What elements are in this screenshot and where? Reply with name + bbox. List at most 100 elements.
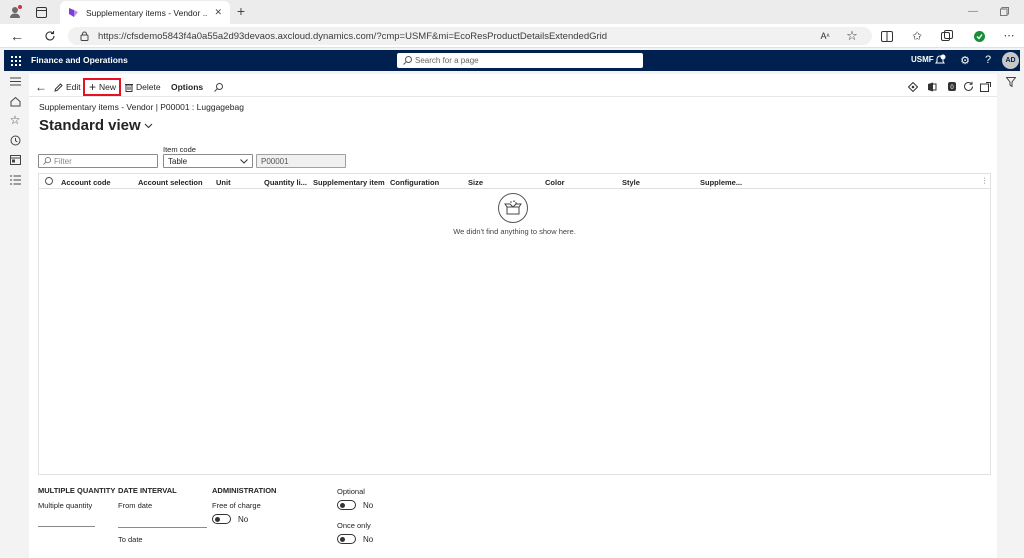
column-header[interactable]: Style — [622, 178, 640, 187]
column-header[interactable]: Account selection — [138, 178, 203, 187]
minimize-icon[interactable]: — — [966, 4, 980, 18]
from-date-input[interactable] — [118, 527, 207, 528]
page-title: Standard view — [39, 117, 141, 134]
column-header[interactable]: Suppleme... — [700, 178, 742, 187]
delete-button[interactable]: Delete — [125, 80, 161, 94]
multiple-quantity-input[interactable] — [38, 526, 95, 527]
column-header[interactable]: Supplementary item — [313, 178, 385, 187]
grid-filter-input[interactable]: Filter — [38, 154, 158, 168]
once-only-label: Once only — [337, 521, 371, 530]
select-all-checkbox[interactable] — [45, 177, 53, 185]
options-tab[interactable]: Options — [171, 80, 203, 94]
favorite-star-icon[interactable]: ☆ — [845, 28, 859, 43]
company-picker[interactable]: USMF — [911, 55, 934, 64]
new-button[interactable]: + New — [89, 80, 116, 94]
office-icon[interactable] — [926, 81, 937, 92]
edit-button[interactable]: Edit — [54, 80, 81, 94]
column-header[interactable]: Unit — [216, 178, 231, 187]
notifications-icon[interactable] — [934, 54, 946, 66]
back-icon[interactable]: ← — [10, 28, 24, 44]
user-initials: AD — [1005, 57, 1016, 64]
app-name[interactable]: Finance and Operations — [31, 55, 128, 65]
item-code-select[interactable]: Table — [163, 154, 253, 168]
toggle-switch[interactable] — [337, 534, 356, 544]
url-field[interactable]: https://cfsdemo5843f4a0a55a2d93devaos.ax… — [68, 27, 872, 45]
dynamics-logo-icon — [69, 8, 78, 17]
modules-list-icon[interactable] — [9, 174, 21, 186]
options-label: Options — [171, 82, 204, 92]
multiple-quantity-label: Multiple quantity — [38, 501, 93, 510]
administration-group: ADMINISTRATION Free of charge No — [212, 486, 276, 524]
column-header[interactable]: Size — [468, 178, 483, 187]
hamburger-menu-icon[interactable] — [9, 75, 21, 87]
item-code-label: Item code — [163, 145, 196, 154]
free-of-charge-label: Free of charge — [212, 501, 261, 510]
column-header[interactable]: Account code — [61, 178, 111, 187]
chevron-down-icon — [144, 123, 153, 128]
column-header[interactable]: Quantity li... — [264, 178, 307, 187]
optional-toggle[interactable]: No — [337, 500, 373, 510]
extension-icon[interactable] — [972, 29, 986, 43]
tab-title: Supplementary items - Vendor ... — [86, 7, 208, 18]
trash-icon — [125, 83, 133, 92]
close-tab-icon[interactable]: ✕ — [214, 7, 222, 18]
once-only-toggle[interactable]: No — [337, 534, 373, 544]
new-tab-icon[interactable]: + — [234, 3, 248, 19]
lock-icon — [80, 31, 89, 41]
read-aloud-icon[interactable]: Aʌ — [818, 30, 832, 42]
grid-header: Account code Account selection Unit Quan… — [39, 174, 990, 189]
split-screen-icon[interactable] — [880, 30, 893, 42]
collections-icon[interactable] — [940, 29, 954, 43]
page-search-input[interactable]: Search for a page — [397, 53, 643, 68]
chevron-down-icon — [240, 158, 248, 164]
app-top-nav: Finance and Operations Search for a page… — [4, 50, 1020, 71]
help-label: ? — [984, 54, 992, 66]
browser-tab[interactable]: Supplementary items - Vendor ... ✕ — [60, 1, 230, 24]
workspaces-icon[interactable] — [9, 154, 21, 166]
attachments-icon[interactable]: 0 — [946, 80, 958, 92]
item-number-text: P00001 — [261, 156, 289, 166]
browser-tabstrip: Supplementary items - Vendor ... ✕ + — — [0, 0, 1024, 24]
plus-icon: + — [89, 80, 97, 94]
toggle-switch[interactable] — [337, 500, 356, 510]
open-new-window-icon[interactable] — [979, 81, 991, 92]
empty-box-icon — [498, 193, 528, 223]
group-title: MULTIPLE QUANTITY — [38, 486, 116, 495]
recent-clock-icon[interactable] — [9, 134, 21, 146]
column-header[interactable]: Configuration — [390, 178, 439, 187]
favorites-icon[interactable]: ✩ — [910, 29, 924, 43]
main-content: ← Edit + New Delete Options 0 Supplement… — [29, 74, 997, 558]
filter-funnel-icon[interactable] — [1005, 76, 1016, 87]
restore-icon[interactable] — [998, 5, 1010, 17]
profile-icon[interactable] — [8, 5, 22, 19]
search-icon — [403, 56, 412, 65]
app-launcher-icon[interactable] — [10, 55, 21, 66]
more-options-icon[interactable]: ⋯ — [1004, 28, 1015, 42]
column-header[interactable]: Color — [545, 178, 565, 187]
column-options-icon[interactable]: ⋮ — [981, 176, 989, 185]
view-selector[interactable]: Standard view — [39, 117, 153, 134]
left-nav-rail: ☆ — [4, 71, 26, 558]
help-icon[interactable]: ? — [982, 53, 994, 67]
right-pane-rail — [1001, 71, 1020, 558]
tab-actions-icon[interactable] — [35, 6, 47, 18]
home-icon[interactable] — [9, 95, 21, 107]
back-button[interactable]: ← — [35, 80, 47, 94]
refresh-page-icon[interactable] — [962, 80, 974, 92]
pencil-icon — [54, 82, 63, 92]
item-number-field: P00001 — [256, 154, 346, 168]
user-avatar[interactable]: AD — [1002, 52, 1019, 69]
toggle-value: No — [363, 500, 374, 510]
from-date-label: From date — [118, 501, 153, 510]
empty-message: We didn't find anything to show here. — [453, 227, 576, 236]
power-apps-icon[interactable] — [907, 81, 918, 92]
settings-gear-icon[interactable]: ⚙ — [959, 54, 971, 67]
action-search-button[interactable] — [214, 80, 223, 94]
favorites-star-icon[interactable]: ☆ — [9, 113, 21, 127]
toggle-value: No — [238, 514, 249, 524]
toggle-switch[interactable] — [212, 514, 231, 524]
refresh-icon[interactable] — [43, 29, 57, 43]
back-arrow-icon: ← — [35, 80, 47, 94]
free-of-charge-toggle[interactable]: No — [212, 514, 276, 524]
search-icon — [214, 82, 223, 92]
